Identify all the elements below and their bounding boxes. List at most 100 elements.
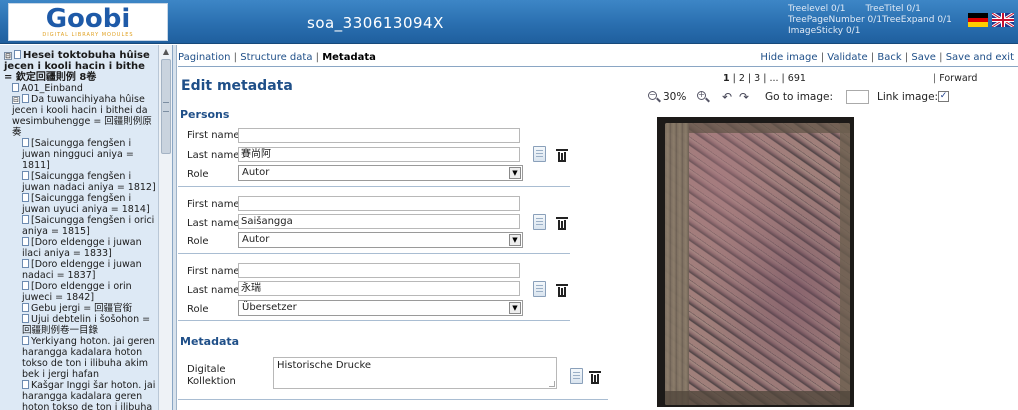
tree-item[interactable]: ⊟ Da tuwancihiyaha hûise jecen i kooli ha… (12, 94, 156, 138)
tree-item[interactable]: [Saicungga fengšen i orici aniya = 1815] (22, 215, 156, 237)
role-select[interactable]: Autor ▼ (238, 232, 523, 248)
zoom-level: 30% (663, 91, 687, 103)
tree-item[interactable]: [Saicungga fengšen i juwan nadaci aniya … (22, 171, 156, 193)
rotate-right-icon[interactable]: ↷ (739, 90, 749, 104)
tree-item-label[interactable]: Yerkiyang hoton. jai geren harangga kada… (22, 336, 155, 380)
last-name-label: Last name (187, 218, 240, 229)
tree-status: Treelevel 0/1 TreeTitel 0/1 TreePageNumbe… (788, 4, 952, 37)
tree-scrollbar[interactable]: ▲ (158, 45, 172, 410)
tree-item[interactable]: A01_Einband (12, 83, 156, 94)
hide-image-link[interactable]: Hide image (760, 52, 817, 63)
role-label: Role (187, 169, 209, 180)
panel-splitter[interactable] (173, 45, 177, 410)
link-image-checkbox[interactable]: ✓ (938, 91, 949, 102)
trash-icon[interactable] (556, 283, 568, 297)
tree-item-label[interactable]: Hesei toktobuha hûise jecen i kooli haci… (4, 50, 150, 83)
tree-item[interactable]: Kašgar Inggi šar hoton. jai harangga kad… (22, 380, 156, 410)
tree-item-label[interactable]: [Saicungga fengšen i juwan uyuci aniya =… (22, 193, 150, 215)
role-select[interactable]: Übersetzer ▼ (238, 300, 523, 316)
first-name-field[interactable] (238, 263, 520, 278)
document-icon (22, 380, 29, 389)
back-link[interactable]: Back (877, 52, 901, 63)
page-link[interactable]: 3 (754, 73, 760, 84)
collapse-toggle-icon[interactable]: ⊟ (12, 96, 20, 104)
tree-item[interactable]: [Doro eldengge i juwan nadaci = 1837] (22, 259, 156, 281)
metadata-heading: Metadata (180, 335, 240, 348)
tree-item-label[interactable]: [Doro eldengge i orin juweci = 1842] (22, 281, 132, 303)
tree-item-label[interactable]: Kašgar Inggi šar hoton. jai harangga kad… (22, 380, 155, 410)
tree-item[interactable]: [Doro eldengge i juwan ilaci aniya = 183… (22, 237, 156, 259)
german-flag-icon[interactable] (968, 13, 988, 27)
nav-divider (178, 66, 1018, 67)
copy-person-icon[interactable] (533, 281, 546, 297)
chevron-down-icon[interactable]: ▼ (509, 302, 521, 314)
tree-item-label[interactable]: [Saicungga fengšen i juwan nadaci aniya … (22, 171, 156, 193)
save-and-exit-link[interactable]: Save and exit (946, 52, 1014, 63)
document-icon (22, 215, 29, 224)
tree-item-label[interactable]: A01_Einband (21, 83, 83, 94)
trash-icon[interactable] (556, 148, 568, 162)
goto-image-input[interactable] (846, 90, 869, 104)
scroll-up-icon[interactable]: ▲ (161, 47, 171, 57)
resize-handle[interactable] (549, 381, 555, 387)
tree-item[interactable]: [Saicungga fengšen i juwan uyuci aniya =… (22, 193, 156, 215)
page-link-current[interactable]: 1 (723, 73, 730, 84)
tree-item-label[interactable]: Gebu jergi = 回疆官銜 (31, 303, 132, 314)
first-name-label: First name (187, 199, 240, 210)
collapse-toggle-icon[interactable]: ⊟ (4, 52, 12, 60)
chevron-down-icon[interactable]: ▼ (509, 167, 521, 179)
tree-item[interactable]: Ujui debtelin i šošohon = 回疆則例卷一目錄 (22, 314, 156, 336)
last-name-field[interactable]: 賽尚阿 (238, 147, 520, 162)
tree-item-label[interactable]: Ujui debtelin i šošohon = 回疆則例卷一目錄 (22, 314, 150, 336)
trash-icon[interactable] (556, 216, 568, 230)
tree-item-label[interactable]: [Saicungga fengšen i orici aniya = 1815] (22, 215, 154, 237)
uk-flag-icon[interactable] (992, 13, 1014, 27)
digitale-kollektion-field[interactable]: Historische Drucke (273, 357, 557, 389)
first-name-field[interactable] (238, 196, 520, 211)
scrollbar-thumb[interactable] (161, 59, 171, 154)
validate-link[interactable]: Validate (827, 52, 867, 63)
page-link[interactable]: 2 (739, 73, 745, 84)
tree-item[interactable]: [Doro eldengge i orin juweci = 1842] (22, 281, 156, 303)
copy-metadata-icon[interactable] (570, 368, 583, 384)
role-select[interactable]: Autor ▼ (238, 165, 523, 181)
page-link-last[interactable]: 691 (788, 73, 806, 84)
forward-link[interactable]: Forward (939, 73, 977, 84)
first-name-field[interactable] (238, 128, 520, 143)
book-cover-image[interactable] (665, 123, 850, 405)
tree-item[interactable]: [Saicungga fengšen i juwan ningguci aniy… (22, 138, 156, 171)
app-header: Goobi DIGITAL LIBRARY MODULES soa_330613… (0, 0, 1018, 44)
goobi-logo[interactable]: Goobi DIGITAL LIBRARY MODULES (8, 3, 168, 41)
tree-item-label[interactable]: Da tuwancihiyaha hûise jecen i kooli hac… (12, 94, 152, 138)
status-treeexpand[interactable]: TreeExpand 0/1 (882, 15, 952, 25)
tab-metadata[interactable]: Metadata (322, 52, 376, 63)
tab-pagination[interactable]: Pagination (178, 52, 230, 63)
tree-item-label[interactable]: [Doro eldengge i juwan ilaci aniya = 183… (22, 237, 142, 259)
status-treetitel[interactable]: TreeTitel 0/1 (866, 4, 921, 14)
save-link[interactable]: Save (911, 52, 936, 63)
page-title: Edit metadata (181, 78, 293, 94)
first-name-label: First name (187, 130, 240, 141)
tree-item[interactable]: ⊟ Hesei toktobuha hûise jecen i kooli hac… (4, 50, 156, 83)
zoom-out-icon[interactable]: − (648, 90, 661, 103)
rotate-left-icon[interactable]: ↶ (722, 90, 732, 104)
tab-structure-data[interactable]: Structure data (240, 52, 312, 63)
tree-item-label[interactable]: [Saicungga fengšen i juwan ningguci aniy… (22, 138, 134, 171)
tree-item-label[interactable]: [Doro eldengge i juwan nadaci = 1837] (22, 259, 142, 281)
digitale-kollektion-value: Historische Drucke (277, 360, 372, 371)
copy-person-icon[interactable] (533, 146, 546, 162)
logo-text: Goobi (45, 4, 131, 34)
status-imagesticky[interactable]: ImageSticky 0/1 (788, 26, 860, 36)
tree-item[interactable]: Gebu jergi = 回疆官銜 (22, 303, 156, 314)
copy-person-icon[interactable] (533, 214, 546, 230)
last-name-field[interactable]: Saišangga (238, 214, 520, 229)
person-divider (178, 186, 570, 187)
zoom-in-icon[interactable]: + (697, 90, 710, 103)
tree-item[interactable]: Yerkiyang hoton. jai geren harangga kada… (22, 336, 156, 380)
document-icon (22, 314, 29, 323)
status-treelevel[interactable]: Treelevel 0/1 (788, 4, 846, 14)
chevron-down-icon[interactable]: ▼ (509, 234, 521, 246)
status-treepagenumber[interactable]: TreePageNumber 0/1 (788, 15, 882, 25)
last-name-field[interactable]: 永瑞 (238, 281, 520, 296)
trash-icon[interactable] (589, 370, 601, 384)
